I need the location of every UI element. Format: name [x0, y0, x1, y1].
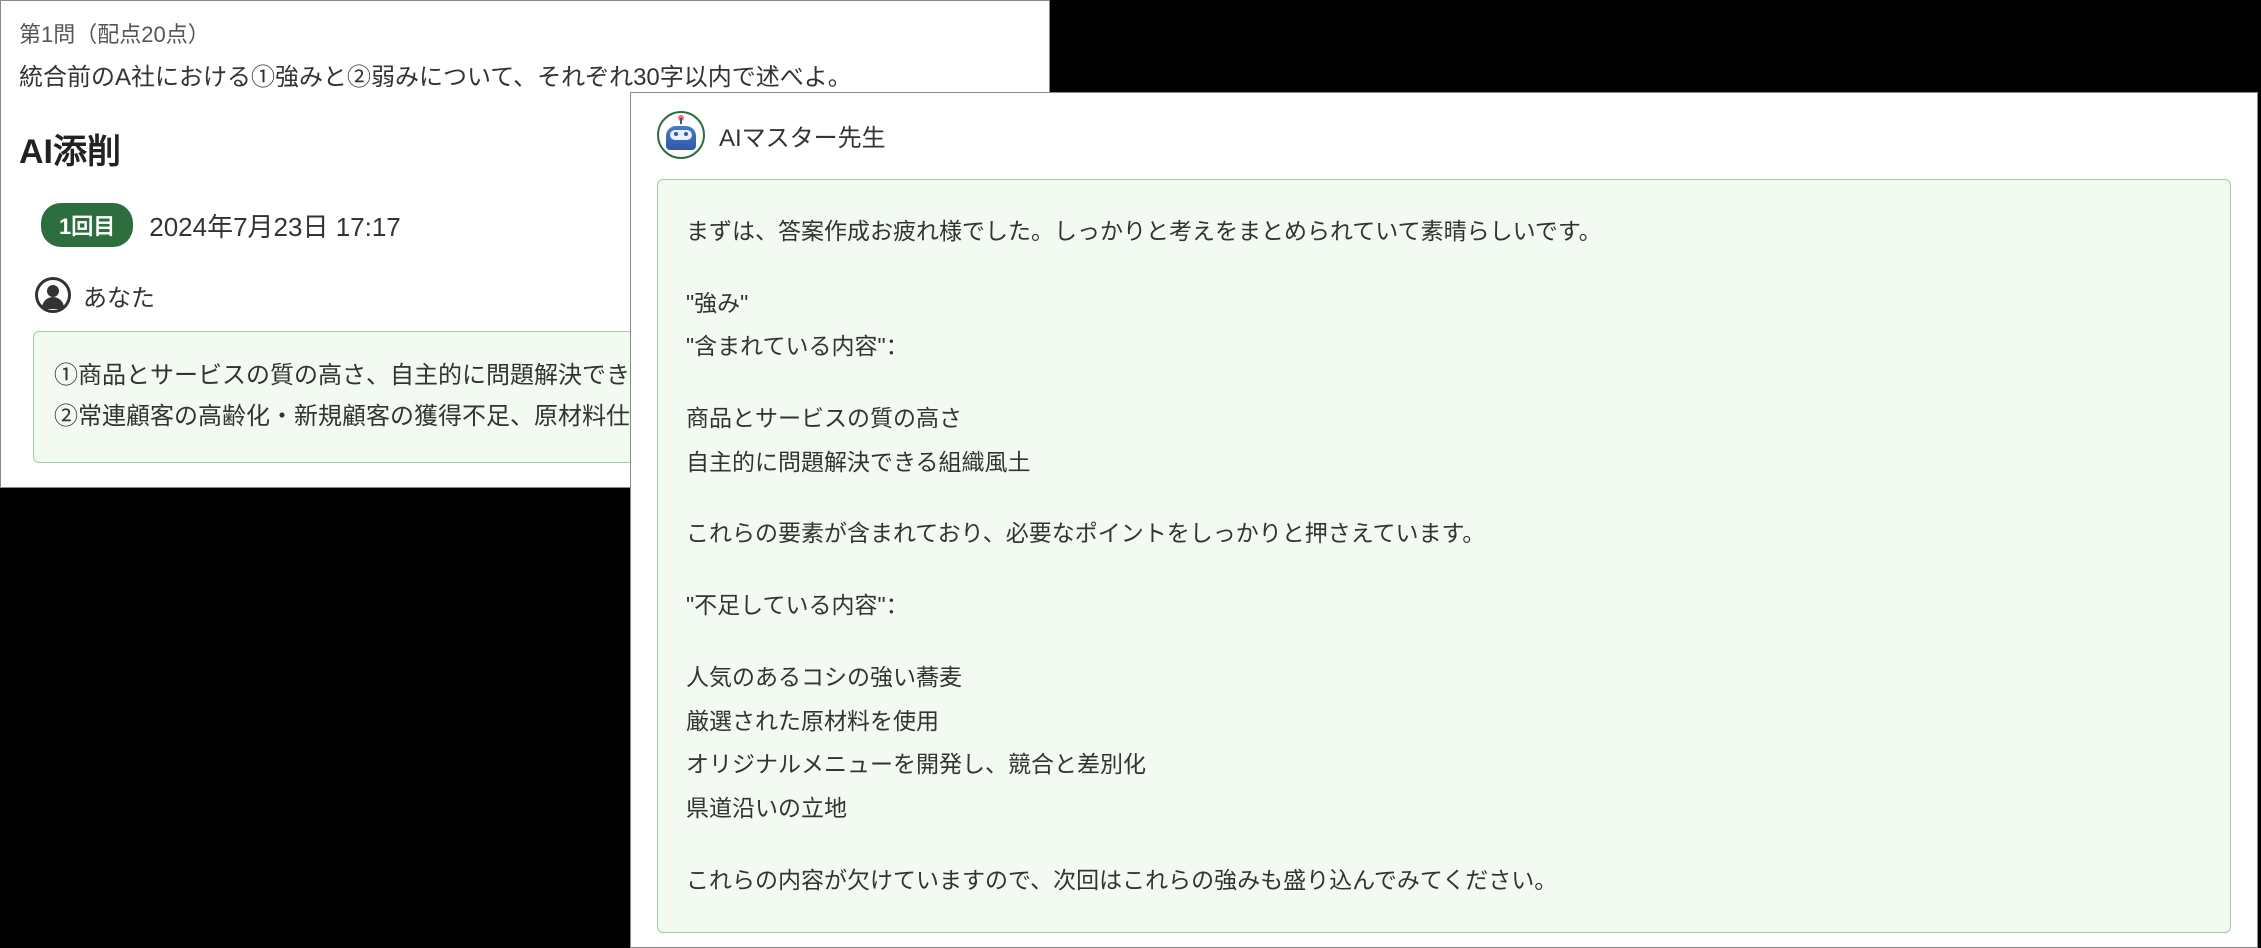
- user-avatar-icon: [35, 277, 71, 313]
- attempt-badge: 1回目: [41, 203, 133, 247]
- included-summary: これらの要素が含まれており、必要なポイントをしっかりと押さえています。: [686, 512, 2202, 556]
- missing-item-4: 県道沿いの立地: [686, 787, 2202, 831]
- missing-item-3: オリジナルメニューを開発し、競合と差別化: [686, 743, 2202, 787]
- robot-icon: [657, 111, 705, 159]
- attempt-timestamp: 2024年7月23日 17:17: [149, 207, 401, 244]
- missing-item-1: 人気のあるコシの強い蕎麦: [686, 656, 2202, 700]
- feedback-intro: まずは、答案作成お疲れ様でした。しっかりと考えをまとめられていて素晴らしいです。: [686, 210, 2202, 254]
- user-label: あなた: [83, 278, 155, 313]
- included-item-1: 商品とサービスの質の高さ: [686, 397, 2202, 441]
- question-text: 統合前のA社における①強みと②弱みについて、それぞれ30字以内で述べよ。: [19, 60, 1031, 96]
- missing-item-2: 厳選された原材料を使用: [686, 700, 2202, 744]
- strength-label: "強み": [686, 282, 2202, 326]
- ai-header: AIマスター先生: [657, 111, 2231, 159]
- ai-feedback-panel: AIマスター先生 まずは、答案作成お疲れ様でした。しっかりと考えをまとめられてい…: [630, 92, 2258, 948]
- question-number: 第1問（配点20点）: [19, 17, 1031, 52]
- ai-feedback-box: まずは、答案作成お疲れ様でした。しっかりと考えをまとめられていて素晴らしいです。…: [657, 179, 2231, 933]
- included-item-2: 自主的に問題解決できる組織風土: [686, 441, 2202, 485]
- ai-name: AIマスター先生: [719, 118, 886, 153]
- missing-label: "不足している内容"：: [686, 584, 2202, 628]
- included-label: "含まれている内容"：: [686, 325, 2202, 369]
- missing-summary: これらの内容が欠けていますので、次回はこれらの強みも盛り込んでみてください。: [686, 859, 2202, 903]
